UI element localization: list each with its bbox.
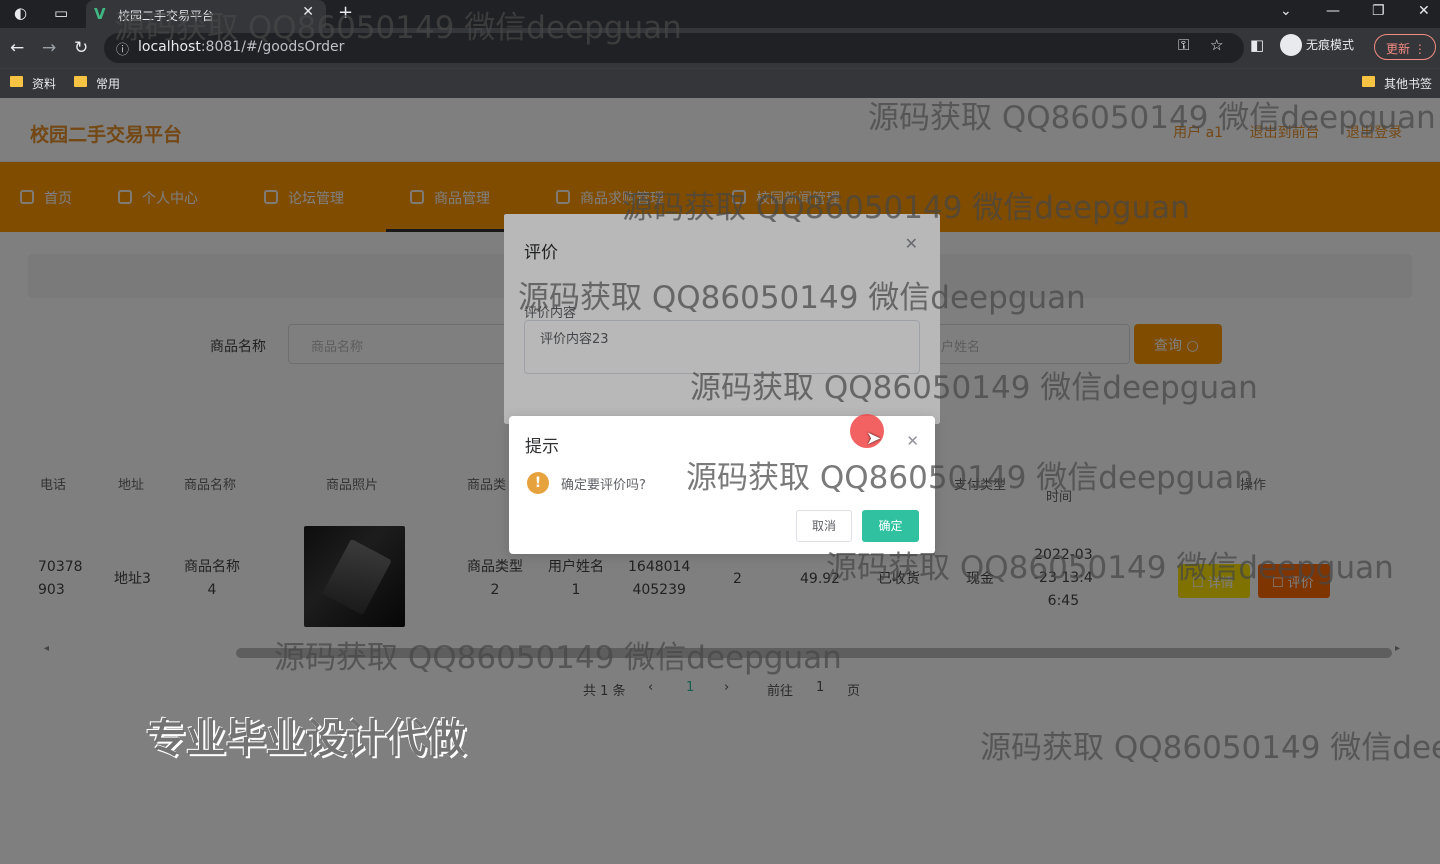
bookmark-folder[interactable]: 常用 <box>74 75 120 92</box>
watermark: 源码获取 QQ86050149 微信deepguan <box>114 10 682 46</box>
bookmark-label: 常用 <box>96 77 121 91</box>
update-button[interactable]: 更新 ⋮ <box>1374 34 1436 60</box>
browser-menu-icon[interactable]: ◐ <box>14 4 27 22</box>
vue-logo-icon: V <box>94 5 106 23</box>
close-window-icon[interactable]: ✕ <box>1418 3 1430 19</box>
minimize-icon[interactable]: — <box>1326 3 1340 19</box>
star-icon[interactable]: ☆ <box>1210 36 1223 54</box>
bookmark-label: 其他书签 <box>1384 77 1433 91</box>
folder-icon <box>74 76 87 87</box>
reload-icon[interactable]: ↻ <box>74 38 88 58</box>
watermark: 源码获取 QQ86050149 微信deepguan <box>868 100 1436 136</box>
folder-icon <box>1362 76 1375 87</box>
warning-icon: ! <box>527 472 549 494</box>
tab-search-icon[interactable]: ▭ <box>54 4 68 22</box>
incognito-indicator[interactable]: 无痕模式 <box>1280 34 1355 56</box>
update-label: 更新 <box>1386 42 1411 56</box>
cancel-button[interactable]: 取消 <box>796 510 852 542</box>
confirm-close-icon[interactable]: ✕ <box>906 432 919 450</box>
forward-icon[interactable]: → <box>42 38 56 58</box>
confirm-ok-button[interactable]: 确定 <box>862 510 919 542</box>
bookmark-label: 资料 <box>32 77 57 91</box>
watermark: 源码获取 QQ86050149 微信deepguan <box>686 460 1254 496</box>
incognito-icon <box>1280 34 1302 56</box>
other-bookmarks[interactable]: 其他书签 <box>1362 75 1432 92</box>
watermark: 源码获取 QQ86050149 微信deepguan <box>826 550 1394 586</box>
bookmark-folder[interactable]: 资料 <box>10 75 56 92</box>
key-icon[interactable]: ⚿ <box>1178 36 1189 54</box>
watermark: 源码获取 QQ86050149 微信deepguan <box>690 370 1258 406</box>
watermark: 源码获取 QQ86050149 微信deepguan <box>274 640 842 676</box>
incognito-label: 无痕模式 <box>1306 38 1355 52</box>
confirm-message: 确定要评价吗? <box>561 478 646 493</box>
back-icon[interactable]: ← <box>10 38 24 58</box>
restore-icon[interactable]: ❐ <box>1372 3 1385 19</box>
slogan-watermark: 专业毕业设计代做 <box>146 716 466 762</box>
watermark: 源码获取 QQ86050149 微信deepguan <box>622 190 1190 226</box>
sidebar-icon[interactable]: ◧ <box>1250 36 1264 54</box>
mouse-cursor-icon: ➤ <box>866 428 882 449</box>
tab-list-icon[interactable]: ⌄ <box>1280 3 1292 19</box>
folder-icon <box>10 76 23 87</box>
confirm-title: 提示 <box>525 437 559 457</box>
watermark: 源码获取 QQ86050149 微信deep <box>980 730 1440 766</box>
watermark: 源码获取 QQ86050149 微信deepguan <box>518 280 1086 316</box>
